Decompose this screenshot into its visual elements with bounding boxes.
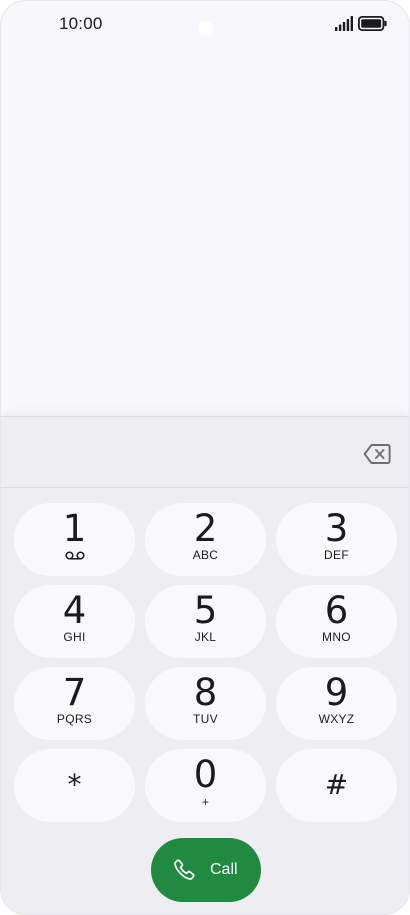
key-digit: 6: [324, 589, 349, 632]
key-1[interactable]: 1: [14, 503, 135, 576]
call-button[interactable]: Call: [151, 838, 261, 902]
signal-icon: [335, 16, 353, 31]
key-letters: PQRS: [56, 712, 93, 726]
key-digit: 4: [62, 589, 87, 632]
key-2[interactable]: 2 ABC: [145, 503, 266, 576]
call-button-label: Call: [210, 861, 238, 878]
key-5[interactable]: 5 JKL: [145, 585, 266, 658]
key-digit: 2: [193, 507, 218, 550]
key-letters: JKL: [194, 630, 217, 644]
key-9[interactable]: 9 WXYZ: [276, 667, 397, 740]
key-8[interactable]: 8 TUV: [145, 667, 266, 740]
backspace-icon[interactable]: [363, 443, 391, 465]
key-digit: 7: [62, 671, 87, 714]
front-camera: [198, 21, 213, 36]
status-time: 10:00: [59, 14, 103, 33]
key-6[interactable]: 6 MNO: [276, 585, 397, 658]
dialer-panel: 1 2 ABC 3 DEF 4 GHI 5 JKL 6 MNO 7 PQRS 8…: [1, 416, 409, 914]
key-letters: DEF: [324, 548, 349, 562]
key-letters: MNO: [322, 630, 351, 644]
key-star[interactable]: *: [14, 749, 135, 822]
key-letters: +: [201, 795, 210, 809]
key-0[interactable]: 0 +: [145, 749, 266, 822]
key-letters: GHI: [63, 630, 86, 644]
key-4[interactable]: 4 GHI: [14, 585, 135, 658]
key-hash[interactable]: #: [276, 749, 397, 822]
key-digit: 8: [193, 671, 218, 714]
key-3[interactable]: 3 DEF: [276, 503, 397, 576]
phone-screen: 10:00 1 2 ABC 3 DEF 4 GHI 5 JKL 6 MNO 7 …: [0, 0, 410, 915]
voicemail-icon: [65, 551, 85, 560]
number-entry-row: [1, 417, 409, 488]
key-letters: ABC: [192, 548, 219, 562]
key-letters: TUV: [193, 712, 218, 726]
phone-icon: [174, 859, 195, 880]
key-digit: *: [67, 768, 82, 801]
key-digit: 1: [62, 507, 87, 550]
status-bar: 10:00: [1, 1, 409, 47]
key-digit: 5: [193, 589, 218, 632]
key-digit: 0: [193, 753, 218, 796]
key-7[interactable]: 7 PQRS: [14, 667, 135, 740]
key-digit: 3: [324, 507, 349, 550]
key-digit: #: [324, 768, 349, 801]
key-digit: 9: [324, 671, 349, 714]
battery-icon: [358, 16, 387, 31]
key-letters: WXYZ: [318, 712, 355, 726]
keypad: 1 2 ABC 3 DEF 4 GHI 5 JKL 6 MNO 7 PQRS 8…: [14, 503, 398, 822]
